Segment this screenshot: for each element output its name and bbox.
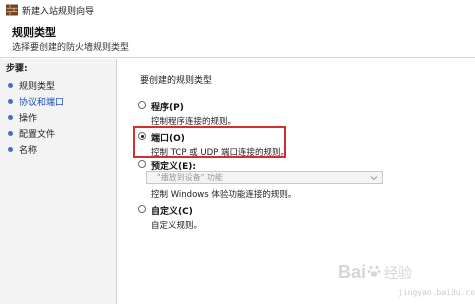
page-subtitle: 选择要创建的防火墙规则类型 [12,43,130,53]
option-label: 程序(P) [151,103,184,113]
step-profile[interactable]: 配置文件 [8,127,55,140]
baidu-cn: 经验 [384,266,413,282]
page-title: 规则类型 [12,26,56,39]
option-description: 控制 Windows 体验功能连接的规则。 [151,190,297,200]
steps-label: 步骤: [6,64,28,74]
step-bullet-icon [8,83,13,88]
step-label: 配置文件 [19,130,56,140]
window-title: 新建入站规则向导 [22,6,95,17]
step-label: 操作 [19,114,38,124]
chevron-down-icon [370,175,378,180]
baidu-brand: Bai [338,262,367,282]
step-name[interactable]: 名称 [8,143,37,156]
step-label: 名称 [19,146,38,156]
option-port[interactable]: 端口(O) 控制 TCP 或 UDP 端口连接的规则。 [138,131,289,158]
step-action[interactable]: 操作 [8,111,37,124]
step-bullet-icon [8,99,13,104]
paw-icon [367,265,381,277]
option-description: 自定义规则。 [151,221,203,231]
main-panel: 要创建的规则类型 程序(P) 控制程序连接的规则。 端口(O) 控制 TCP 或… [118,59,475,304]
radio-program[interactable] [138,101,146,109]
step-rule-type[interactable]: 规则类型 [8,79,55,92]
steps-sidebar: 步骤: 规则类型 协议和端口 操作 配置文件 名称 [0,59,117,304]
step-bullet-icon [8,131,13,136]
option-custom[interactable]: 自定义(C) 自定义规则。 [138,204,202,231]
radio-port[interactable] [138,132,146,140]
baidu-url: jingyan.baidu.com [398,288,475,297]
predefined-select[interactable]: "播放到设备" 功能 [146,171,383,184]
predefined-select-value: "播放到设备" 功能 [157,173,223,182]
radio-custom[interactable] [138,205,146,213]
step-label: 规则类型 [19,82,56,92]
step-protocol-port[interactable]: 协议和端口 [8,95,64,108]
wizard-header: 规则类型 选择要创建的防火墙规则类型 [0,20,475,58]
firewall-app-icon [6,4,18,16]
option-label: 自定义(C) [151,207,193,217]
step-bullet-icon [8,115,13,120]
radio-predefined[interactable] [138,160,146,168]
option-program[interactable]: 程序(P) 控制程序连接的规则。 [138,100,236,127]
step-bullet-icon [8,147,13,152]
option-description: 控制 TCP 或 UDP 端口连接的规则。 [151,148,289,158]
step-label: 协议和端口 [19,98,65,108]
title-bar: 新建入站规则向导 [0,0,475,20]
rule-type-prompt: 要创建的规则类型 [140,76,213,86]
baidu-watermark: Bai 经验 [338,262,412,283]
option-label: 端口(O) [151,134,185,144]
